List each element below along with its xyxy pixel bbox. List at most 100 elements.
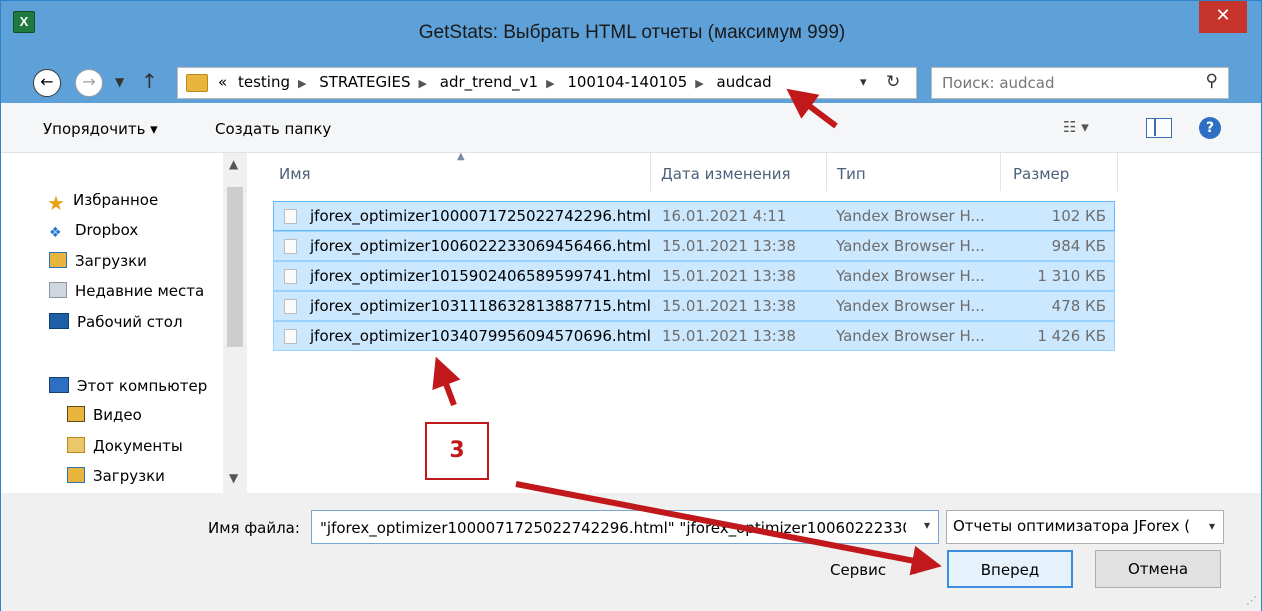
html-file-icon [284,329,297,344]
nav-scrollbar[interactable]: ▲ ▼ [223,153,247,493]
nav-item-recent-places[interactable]: Недавние места [49,282,204,300]
file-type: Yandex Browser H... [836,327,985,345]
resize-grip-icon[interactable]: ⋰ [1246,594,1257,607]
breadcrumb-date-range[interactable]: 100104-140105 [567,73,687,91]
downloads-folder-icon [49,252,67,268]
scroll-up-icon[interactable]: ▲ [229,157,238,171]
help-icon[interactable]: ? [1199,117,1221,139]
nav-item-documents[interactable]: Документы [67,437,183,455]
forward-ok-button[interactable]: Вперед [947,550,1073,588]
breadcrumb-audcad[interactable]: audcad [717,73,772,91]
dropbox-icon: ❖ [49,225,62,241]
nav-item-video[interactable]: Видео [67,406,142,424]
forward-button[interactable]: → [75,69,103,97]
file-row[interactable]: jforex_optimizer1015902406589599741.html… [273,261,1115,291]
search-icon[interactable]: ⚲ [1206,71,1218,91]
service-dropdown-icon[interactable]: ▼ [911,563,919,576]
nav-item-dropbox[interactable]: ❖ Dropbox [49,221,138,241]
file-size: 984 КБ [1051,237,1106,255]
file-row[interactable]: jforex_optimizer1006022233069456466.html… [273,231,1115,261]
file-size: 478 КБ [1051,297,1106,315]
html-file-icon [284,239,297,254]
search-input[interactable] [940,72,1190,94]
file-type: Yandex Browser H... [836,267,985,285]
file-type: Yandex Browser H... [836,237,985,255]
file-name-label: Имя файла: [208,519,300,537]
breadcrumb-overflow[interactable]: « [218,73,227,91]
file-date: 16.01.2021 4:11 [662,207,787,225]
new-folder-button[interactable]: Создать папку [215,120,331,138]
file-size: 102 КБ [1051,207,1106,225]
chevron-right-icon[interactable]: ▶ [695,77,703,90]
breadcrumb-adr-trend[interactable]: adr_trend_v1 [440,73,538,91]
chevron-down-icon[interactable]: ▾ [1209,519,1215,533]
refresh-icon[interactable]: ↻ [886,72,900,92]
html-file-icon [284,269,297,284]
chevron-right-icon[interactable]: ▶ [546,77,554,90]
address-row: ← → ▼ ↑ « testing ▶ STRATEGIES ▶ adr_trend… [1,63,1261,103]
nav-favorites[interactable]: Избранное [73,191,158,209]
address-dropdown-icon[interactable]: ▾ [860,75,867,90]
chevron-down-icon[interactable]: ▾ [924,518,930,532]
step-number-badge: 3 [425,422,489,480]
column-separator[interactable] [826,153,827,191]
file-name-combo[interactable]: ▾ [311,510,939,544]
file-type: Yandex Browser H... [836,297,985,315]
file-open-dialog: X GetStats: Выбрать HTML отчеты (максиму… [0,0,1262,611]
chevron-right-icon[interactable]: ▶ [298,77,306,90]
file-name: jforex_optimizer1031118632813887715.html [310,297,651,315]
address-bar[interactable]: « testing ▶ STRATEGIES ▶ adr_trend_v1 ▶ 100… [177,67,917,99]
up-folder-button[interactable]: ↑ [141,69,158,93]
dialog-footer: Имя файла: ▾ Отчеты оптимизатора JForex … [1,493,1261,611]
file-row[interactable]: jforex_optimizer1031118632813887715.html… [273,291,1115,321]
file-name-input[interactable] [318,517,908,539]
scroll-thumb[interactable] [227,187,243,347]
nav-item-downloads[interactable]: Загрузки [49,252,147,270]
breadcrumb-testing[interactable]: testing [238,73,290,91]
chevron-right-icon[interactable]: ▶ [419,77,427,90]
scroll-down-icon[interactable]: ▼ [229,471,238,485]
html-file-icon [284,209,297,224]
change-view-icon[interactable]: ☷ ▾ [1063,118,1089,136]
recent-locations-dropdown[interactable]: ▼ [115,75,124,89]
column-header-name[interactable]: Имя [279,165,311,183]
file-row[interactable]: jforex_optimizer1034079956094570696.html… [273,321,1115,351]
breadcrumb-strategies[interactable]: STRATEGIES [319,73,410,91]
organize-button[interactable]: Упорядочить ▾ [43,120,158,138]
desktop-icon [49,313,69,329]
file-name: jforex_optimizer1015902406589599741.html [310,267,651,285]
file-date: 15.01.2021 13:38 [662,237,796,255]
back-button[interactable]: ← [33,69,61,97]
file-date: 15.01.2021 13:38 [662,267,796,285]
file-name: jforex_optimizer1034079956094570696.html [310,327,651,345]
column-separator[interactable] [1117,153,1118,191]
file-type-filter-value: Отчеты оптимизатора JForex ( [953,517,1191,535]
nav-this-pc[interactable]: Этот компьютер [49,377,207,395]
video-folder-icon [67,406,85,422]
html-file-icon [284,299,297,314]
close-button[interactable]: ✕ [1199,1,1247,33]
documents-folder-icon [67,437,85,453]
file-type-filter[interactable]: Отчеты оптимизатора JForex ( ▾ [946,510,1224,544]
cancel-button[interactable]: Отмена [1095,550,1221,588]
nav-item-downloads-pc[interactable]: Загрузки [67,467,165,485]
column-header-type[interactable]: Тип [837,165,866,183]
search-box[interactable]: ⚲ [931,67,1229,99]
window-title: GetStats: Выбрать HTML отчеты (максимум … [418,22,846,43]
column-separator[interactable] [1000,153,1001,191]
nav-item-desktop[interactable]: Рабочий стол [49,313,183,331]
command-bar: Упорядочить ▾ Создать папку ☷ ▾ ? [1,103,1261,153]
column-separator[interactable] [650,153,651,191]
file-size: 1 426 КБ [1037,327,1106,345]
star-icon: ★ [47,191,65,215]
service-menu[interactable]: Сервис [830,561,886,579]
file-size: 1 310 КБ [1037,267,1106,285]
column-header-date[interactable]: Дата изменения [661,165,791,183]
folder-icon [186,74,208,92]
column-header-size[interactable]: Размер [1013,165,1069,183]
computer-icon [49,377,69,393]
file-list: Имя ▲ Дата изменения Тип Размер jforex_o… [249,151,1261,493]
file-row[interactable]: jforex_optimizer1000071725022742296.html… [273,201,1115,231]
recent-places-icon [49,282,67,298]
preview-pane-icon[interactable] [1146,118,1172,138]
